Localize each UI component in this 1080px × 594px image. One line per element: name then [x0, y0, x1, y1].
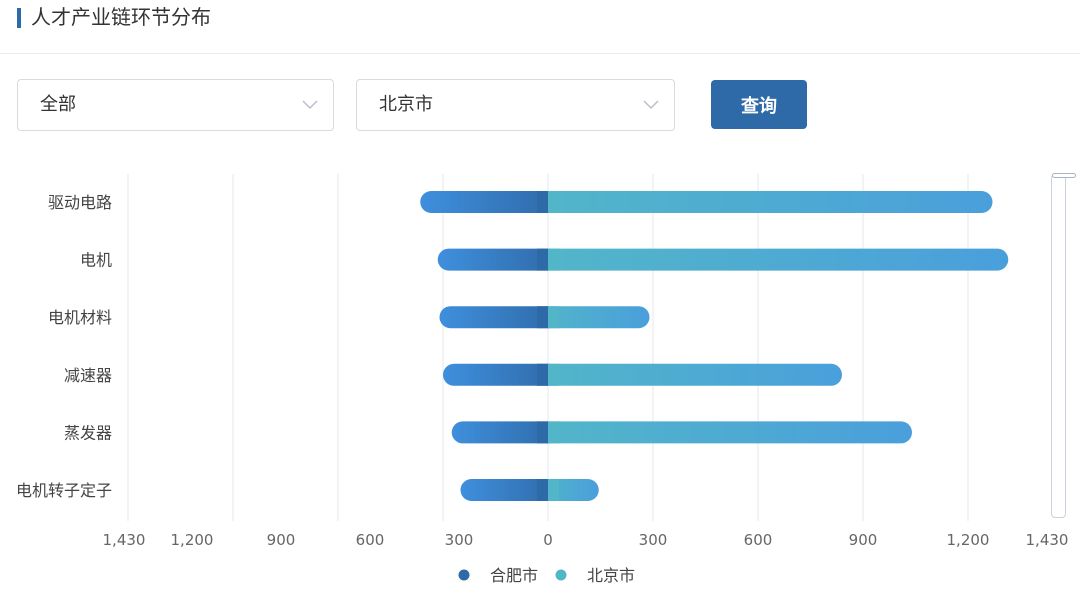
chevron-down-icon [302, 100, 318, 110]
x-tick-label: 900 [849, 531, 878, 549]
category-select-value: 全部 [40, 94, 76, 115]
x-tick-label: 1,200 [171, 531, 214, 549]
y-category-label: 蒸发器 [64, 423, 112, 442]
bar-hefei-inner-edge [537, 363, 548, 386]
bar-beijing [537, 248, 1009, 271]
industry-chain-chart: 1,430 1,200 900 600 300 0 300 600 900 1,200 1,430 驱… [16, 174, 1069, 585]
bar-beijing-inner-edge [548, 306, 559, 329]
x-tick-label: 1,430 [1026, 531, 1069, 549]
title-accent-bar [17, 8, 21, 28]
legend-label-hefei: 合肥市 [490, 566, 538, 585]
bar-hefei-inner-edge [537, 421, 548, 444]
y-category-label: 电机 [80, 251, 112, 270]
x-tick-label: 300 [445, 531, 474, 549]
bar-beijing [537, 421, 912, 444]
bar-hefei-inner-edge [537, 306, 548, 329]
legend-label-beijing: 北京市 [587, 566, 635, 585]
bar-hefei-inner-edge [537, 479, 548, 501]
legend-marker-hefei [458, 569, 470, 581]
x-tick-label: 300 [639, 531, 668, 549]
bar-beijing-inner-edge [548, 248, 559, 271]
bar-beijing-inner-edge [548, 421, 559, 444]
x-tick-label: 600 [744, 531, 773, 549]
bar-beijing-inner-edge [548, 191, 559, 213]
legend-marker-beijing [555, 569, 567, 581]
category-select[interactable]: 全部 [17, 79, 334, 131]
city-select[interactable]: 北京市 [356, 79, 675, 131]
y-category-label: 电机材料 [48, 308, 112, 327]
y-category-label: 减速器 [64, 366, 112, 385]
query-button[interactable]: 查询 [711, 80, 807, 129]
bar-beijing-inner-edge [548, 479, 559, 501]
x-tick-label: 1,200 [947, 531, 990, 549]
chevron-down-icon [643, 100, 659, 110]
x-tick-label: 600 [356, 531, 385, 549]
x-tick-label: 1,430 [103, 531, 146, 549]
city-select-value: 北京市 [379, 94, 433, 115]
y-category-label: 电机转子定子 [16, 481, 112, 500]
bar-hefei-inner-edge [537, 248, 548, 271]
page-title: 人才产业链环节分布 [31, 5, 211, 29]
x-tick-label: 0 [543, 531, 553, 549]
section-header: 人才产业链环节分布 [0, 0, 1080, 54]
bar-beijing [537, 363, 842, 386]
bar-beijing-inner-edge [548, 363, 559, 386]
bar-hefei-inner-edge [537, 191, 548, 213]
y-category-label: 驱动电路 [48, 193, 112, 212]
chart-scrollbar[interactable] [1051, 174, 1066, 518]
scrollbar-handle[interactable] [1052, 173, 1076, 178]
x-tick-label: 900 [267, 531, 296, 549]
bar-beijing [537, 191, 993, 213]
